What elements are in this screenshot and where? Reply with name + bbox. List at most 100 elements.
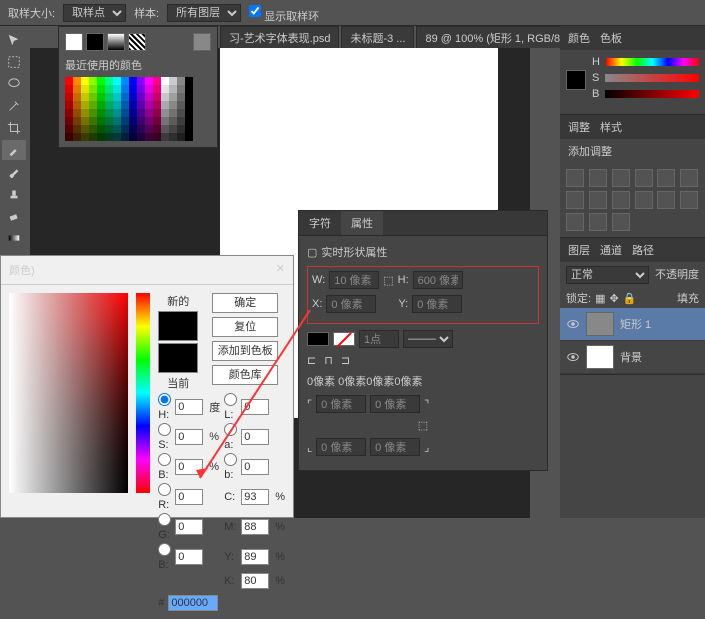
swatch-cell[interactable] [177, 93, 185, 101]
swatch-cell[interactable] [73, 93, 81, 101]
tab-doc-3[interactable]: 89 @ 100% (矩形 1, RGB/8) [416, 26, 572, 48]
swatch-cell[interactable] [169, 109, 177, 117]
stamp-tool[interactable] [2, 184, 26, 204]
show-ring-checkbox[interactable]: 显示取样环 [249, 2, 319, 24]
swatch-cell[interactable] [97, 117, 105, 125]
swatch-cell[interactable] [169, 93, 177, 101]
swatch-cell[interactable] [169, 133, 177, 141]
swatch-cell[interactable] [121, 109, 129, 117]
swatch-cell[interactable] [81, 101, 89, 109]
width-input[interactable] [329, 271, 379, 289]
r-radio[interactable]: R: [158, 483, 171, 511]
swatch-cell[interactable] [65, 117, 73, 125]
blend-mode[interactable]: 正常 [566, 266, 649, 284]
swatch-cell[interactable] [161, 93, 169, 101]
pattern-swatch[interactable] [128, 33, 146, 51]
tab-doc-1[interactable]: 习-艺术字体表现.psd [220, 26, 339, 48]
swatch-cell[interactable] [89, 125, 97, 133]
swatch-cell[interactable] [73, 133, 81, 141]
marquee-tool[interactable] [2, 52, 26, 72]
tab-color[interactable]: 颜色 [568, 30, 590, 46]
ok-button[interactable]: 确定 [212, 293, 278, 313]
swatch-cell[interactable] [81, 93, 89, 101]
lasso-tool[interactable] [2, 74, 26, 94]
r-value[interactable] [175, 489, 203, 505]
photo-filter-icon[interactable] [589, 191, 607, 209]
threshold-icon[interactable] [566, 213, 584, 231]
height-input[interactable] [413, 271, 463, 289]
swatch-cell[interactable] [169, 85, 177, 93]
move-tool[interactable] [2, 30, 26, 50]
swatch-cell[interactable] [97, 133, 105, 141]
swatch-cell[interactable] [145, 93, 153, 101]
swatch-cell[interactable] [105, 85, 113, 93]
swatch-cell[interactable] [97, 93, 105, 101]
g-value[interactable] [175, 519, 203, 535]
g-radio[interactable]: G: [158, 513, 171, 541]
eyedropper-tool[interactable] [2, 140, 26, 160]
swatch-cell[interactable] [137, 101, 145, 109]
sample-size-select[interactable]: 取样点 [63, 4, 126, 22]
swatch-cell[interactable] [145, 133, 153, 141]
l-value[interactable] [241, 399, 269, 415]
swatch-cell[interactable] [73, 77, 81, 85]
crop-tool[interactable] [2, 118, 26, 138]
swatch-cell[interactable] [153, 109, 161, 117]
s-value[interactable] [175, 429, 203, 445]
x-input[interactable] [326, 295, 376, 313]
swatch-cell[interactable] [161, 101, 169, 109]
swatch-cell[interactable] [81, 125, 89, 133]
posterize-icon[interactable] [680, 191, 698, 209]
gradient-tool[interactable] [2, 228, 26, 248]
swatch-cell[interactable] [65, 85, 73, 93]
swatch-cell[interactable] [185, 101, 193, 109]
swatch-cell[interactable] [105, 133, 113, 141]
swatch-cell[interactable] [129, 125, 137, 133]
selective-icon[interactable] [612, 213, 630, 231]
corner-br[interactable] [370, 438, 420, 456]
h-slider[interactable] [606, 58, 699, 66]
swatch-cell[interactable] [137, 93, 145, 101]
swatch-cell[interactable] [169, 101, 177, 109]
eraser-tool[interactable] [2, 206, 26, 226]
swatch-cell[interactable] [137, 125, 145, 133]
visibility-icon[interactable] [566, 350, 580, 364]
tab-doc-2[interactable]: 未标题-3 ... [341, 26, 414, 48]
swatch-cell[interactable] [81, 109, 89, 117]
swatch-cell[interactable] [89, 93, 97, 101]
swatch-cell[interactable] [97, 77, 105, 85]
swatch-cell[interactable] [177, 117, 185, 125]
swatch-cell[interactable] [97, 125, 105, 133]
swatch-cell[interactable] [81, 85, 89, 93]
swatch-cell[interactable] [121, 77, 129, 85]
swatch-cell[interactable] [73, 109, 81, 117]
s-radio[interactable]: S: [158, 423, 171, 451]
swatch-cell[interactable] [97, 101, 105, 109]
swatch-cell[interactable] [113, 93, 121, 101]
swatch-cell[interactable] [113, 85, 121, 93]
color-field[interactable] [9, 293, 128, 493]
swatch-cell[interactable] [97, 109, 105, 117]
swatch-cell[interactable] [177, 109, 185, 117]
swatch-cell[interactable] [105, 101, 113, 109]
swatch-cell[interactable] [169, 125, 177, 133]
swatch-cell[interactable] [153, 101, 161, 109]
swatch-cell[interactable] [89, 77, 97, 85]
swatch-cell[interactable] [137, 85, 145, 93]
s-slider[interactable] [605, 74, 699, 82]
swatch-cell[interactable] [137, 133, 145, 141]
swatch-cell[interactable] [65, 77, 73, 85]
swatch-cell[interactable] [97, 85, 105, 93]
tab-channels[interactable]: 通道 [600, 242, 622, 258]
corner-tl[interactable] [316, 395, 366, 413]
b-value[interactable] [241, 459, 269, 475]
swatch-cell[interactable] [153, 85, 161, 93]
swatch-cell[interactable] [185, 125, 193, 133]
exposure-icon[interactable] [635, 169, 653, 187]
swatch-cell[interactable] [177, 133, 185, 141]
swatch-cell[interactable] [177, 101, 185, 109]
l-radio[interactable]: L: [224, 393, 237, 421]
swatch-cell[interactable] [65, 125, 73, 133]
swatch-cell[interactable] [153, 77, 161, 85]
swatch-cell[interactable] [185, 77, 193, 85]
